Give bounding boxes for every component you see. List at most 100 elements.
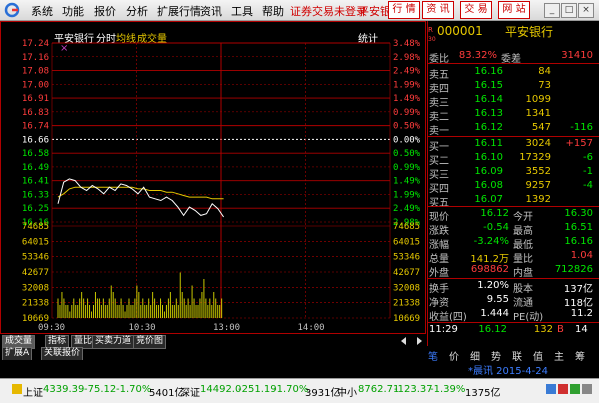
buy-price: 16.09 [474, 166, 503, 177]
sell-row: 卖三 16.14 1099 [427, 94, 599, 109]
stat-row: 涨幅 -3.24% 最低 16.16 [427, 236, 599, 251]
tick-row: 11:29 16.12 132 B 14 [427, 324, 599, 338]
stat2-row: 收益(四) 1.444 PE(动) 11.2 [427, 308, 599, 323]
stat2-value-right: 137亿 [563, 284, 593, 295]
price-tick-label: 16.74 [22, 122, 49, 132]
volume-tick-label: 21338 [22, 299, 49, 309]
stat2-label-right: PE(动) [513, 312, 544, 323]
scroll-arrows-icon[interactable] [398, 335, 426, 347]
time-tick-label: 14:00 [298, 323, 325, 333]
buy-price: 16.11 [474, 138, 503, 149]
tab-auction-chart[interactable]: 竞价图 [133, 335, 167, 349]
stat-label-left: 总量 [429, 254, 449, 265]
price-tick-label: 17.00 [22, 80, 49, 90]
svg-text:300: 300 [428, 36, 436, 43]
sell-row: 卖四 16.15 73 [427, 80, 599, 95]
price-tick-label: 16.66 [22, 135, 49, 145]
right-tab[interactable]: 笔 [428, 348, 438, 363]
price-tick-label: 16.83 [22, 108, 49, 118]
buy-volume: 3552 [525, 166, 551, 177]
buy-change: +157 [565, 138, 593, 149]
stat-label-right: 最低 [513, 240, 533, 251]
sh-index: 4339.39 [43, 384, 85, 395]
sh-label: 上证 [23, 388, 43, 399]
sh-percent: -1.70% [116, 384, 152, 395]
percent-tick-label: 0.99% [393, 108, 421, 118]
stat2-row: 换手 1.20% 股本 137亿 [427, 280, 599, 295]
volume-tick-label-right: 64015 [393, 237, 420, 247]
volume-tick-label-right: 32008 [393, 283, 420, 293]
right-tab[interactable]: 势 [491, 348, 501, 363]
volume-tick-label: 74685 [22, 222, 49, 232]
weibi-value: 83.32% [458, 50, 497, 61]
sh-change: -75.12 [84, 384, 117, 395]
buy-row: 买四 16.08 9257 -4 [427, 180, 599, 195]
stat-row: 外盘 698862 内盘 712826 [427, 264, 599, 279]
stat-value-left: 16.12 [480, 208, 509, 219]
volume-tick-label-right: 21338 [393, 299, 420, 309]
volume-tick-label: 53346 [22, 253, 49, 263]
right-tab[interactable]: 细 [470, 348, 480, 363]
sell-label: 卖二 [429, 112, 449, 123]
sell-price: 16.15 [474, 80, 503, 91]
zx-percent: -1.39% [430, 384, 466, 395]
buy-change: -6 [583, 152, 593, 163]
stat-label-right: 量比 [513, 254, 533, 265]
stat-label-right: 内盘 [513, 268, 533, 279]
sz-index: 14492.0 [200, 384, 242, 395]
price-tick-label: 17.16 [22, 53, 49, 63]
right-tab[interactable]: 联 [512, 348, 522, 363]
quote-divider [427, 136, 599, 137]
stat-label-right: 今开 [513, 212, 533, 223]
sell-volume: 84 [538, 66, 551, 77]
price-tick-label: 16.91 [22, 94, 49, 104]
time-tick-label: 13:00 [213, 323, 240, 333]
zx-label: 中小 [337, 388, 357, 399]
right-tab[interactable]: 值 [533, 348, 543, 363]
sell-price: 16.13 [474, 108, 503, 119]
sell-label: 卖四 [429, 84, 449, 95]
right-tab[interactable]: 筹 [575, 348, 585, 363]
percent-tick-label: 1.49% [393, 177, 421, 187]
stat-value-right: 712826 [554, 264, 593, 275]
tab-related-quote[interactable]: 关联报价 [41, 347, 84, 361]
sell-volume: 547 [531, 122, 551, 133]
sell-row: 卖五 16.16 84 [427, 66, 599, 81]
stat-row: 总量 141.2万 量比 1.04 [427, 250, 599, 265]
percent-tick-label: 2.98% [393, 53, 421, 63]
stock-flag-icon: R 300 [428, 26, 436, 43]
tick-time: 11:29 [429, 324, 458, 335]
stock-code: 000001 [437, 24, 483, 38]
news-ticker[interactable]: *晨讯 2015-4-24 [468, 362, 548, 377]
quote-divider [427, 322, 599, 323]
percent-tick-label: 3.48% [393, 39, 421, 49]
percent-tick-label: 2.49% [393, 67, 421, 77]
buy-change: -1 [583, 166, 593, 177]
price-tick-label: 17.24 [22, 39, 49, 49]
buy-label: 买四 [429, 184, 449, 195]
time-tick-label: 09:30 [38, 323, 65, 333]
right-tab[interactable]: 价 [449, 348, 459, 363]
status-tray-icons[interactable] [545, 383, 595, 395]
price-tick-label: 17.08 [22, 67, 49, 77]
svg-text:R: R [428, 26, 433, 34]
buy-volume: 17329 [519, 152, 551, 163]
sz-label: 深证 [180, 388, 200, 399]
quote-divider [427, 278, 599, 279]
tick-volume: 132 [533, 324, 553, 335]
volume-tick-label: 64015 [22, 237, 49, 247]
stat2-label-left: 净资 [429, 298, 449, 309]
sell-price: 16.16 [474, 66, 503, 77]
sell-price: 16.12 [474, 122, 503, 133]
tab-extended-a[interactable]: 扩展A [2, 347, 33, 361]
buy-price: 16.08 [474, 180, 503, 191]
sell-label: 卖一 [429, 126, 449, 137]
sell-row: 卖一 16.12 547 -116 [427, 122, 599, 137]
percent-tick-label: 0.00% [393, 135, 421, 145]
right-tab[interactable]: 主 [554, 348, 564, 363]
stat-value-right: 16.51 [564, 222, 593, 233]
volume-tick-label-right: 74685 [393, 222, 420, 232]
tab-buy-sell-power[interactable]: 买卖力道 [92, 335, 135, 349]
price-tick-label: 16.25 [22, 204, 49, 214]
percent-tick-label: 0.50% [393, 122, 421, 132]
